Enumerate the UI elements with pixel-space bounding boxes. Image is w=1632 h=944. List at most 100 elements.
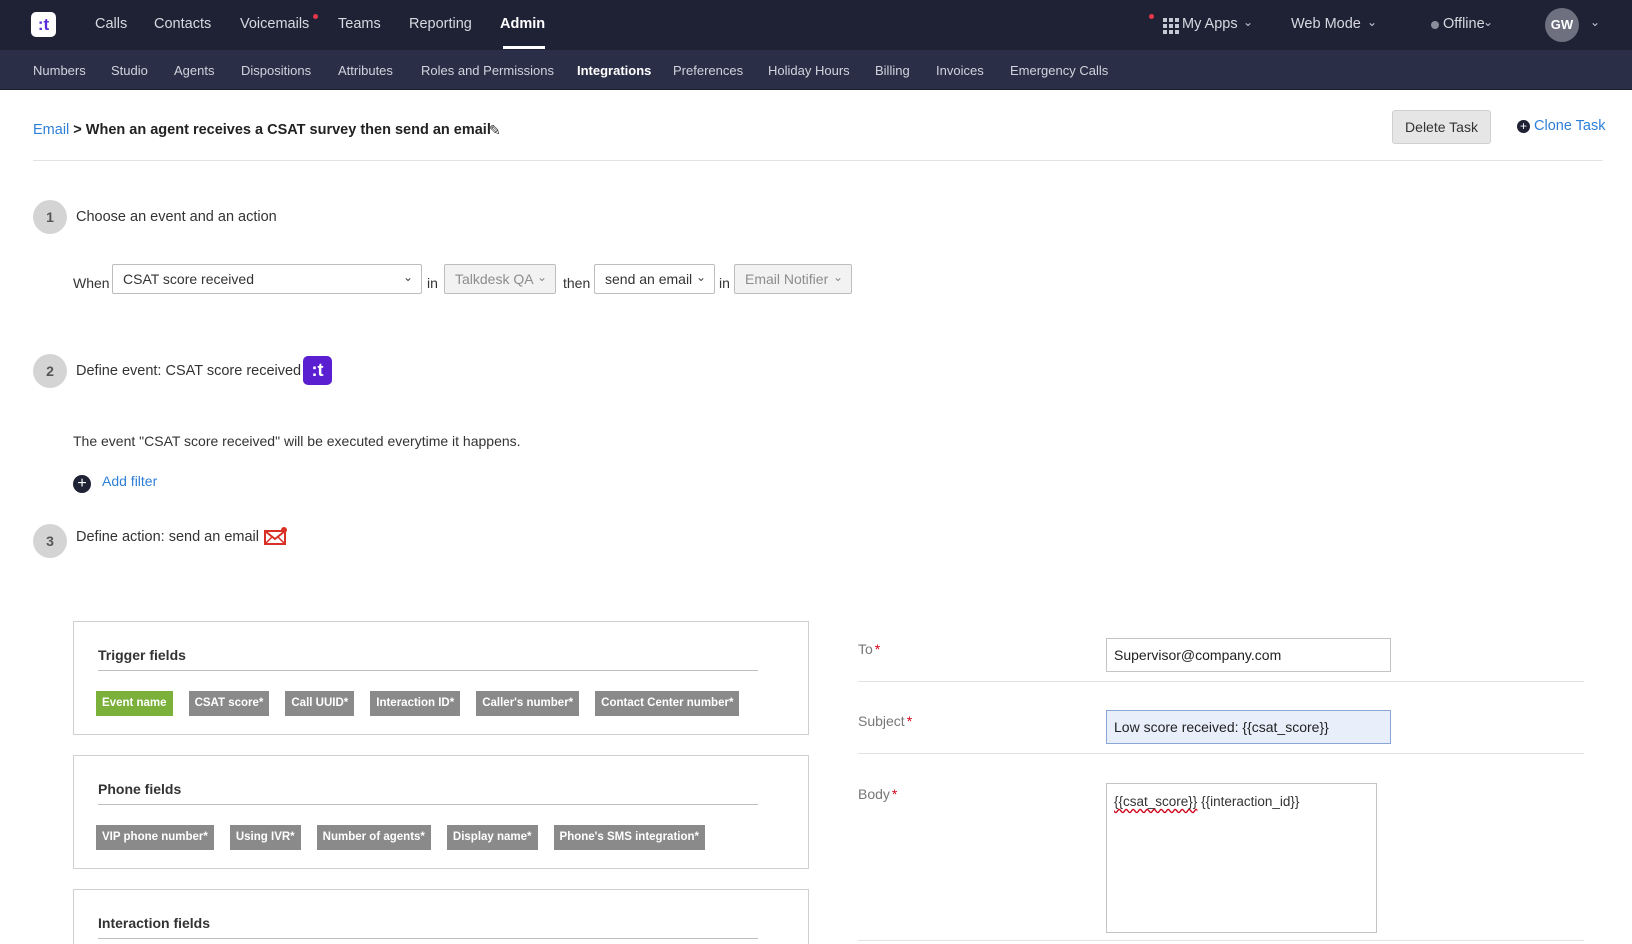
in-label: in: [427, 275, 438, 291]
subnav-holiday-hours[interactable]: Holiday Hours: [768, 63, 850, 78]
in-label-2: in: [719, 275, 730, 291]
plus-circle-icon: +: [73, 475, 91, 493]
body-field[interactable]: {{csat_score}} {{interaction_id}}: [1106, 783, 1377, 933]
body-label-text: Body: [858, 786, 890, 802]
status-menu[interactable]: Offline: [1443, 16, 1485, 32]
apps-grid-icon[interactable]: [1163, 18, 1179, 34]
to-field[interactable]: Supervisor@company.com: [1106, 638, 1391, 672]
subject-label: Subject *: [858, 713, 912, 729]
edit-pencil-icon[interactable]: ✎: [489, 122, 501, 139]
body-label: Body *: [858, 786, 897, 802]
field-chip-number-of-agents[interactable]: Number of agents*: [316, 825, 431, 850]
event-description: The event "CSAT score received" will be …: [73, 433, 521, 449]
required-mark: *: [874, 641, 881, 657]
delete-task-button[interactable]: Delete Task: [1392, 110, 1491, 144]
nav-voicemails[interactable]: Voicemails: [240, 16, 309, 32]
integration-select: Email Notifier ⌄: [734, 264, 852, 294]
nav-contacts[interactable]: Contacts: [154, 16, 211, 32]
chevron-down-icon: ⌄: [402, 270, 413, 284]
then-label: then: [563, 275, 591, 291]
field-chip-display-name[interactable]: Display name*: [446, 825, 538, 850]
chevron-down-icon[interactable]: ⌄: [1367, 15, 1377, 29]
field-chip-event-name[interactable]: Event name: [96, 691, 173, 716]
add-filter-button[interactable]: + Add filter: [73, 473, 157, 493]
chevron-down-icon[interactable]: ⌄: [1243, 15, 1253, 29]
interaction-fields-title: Interaction fields: [98, 915, 211, 931]
field-chip-csat-score[interactable]: CSAT score*: [188, 691, 270, 716]
subject-field[interactable]: Low score received: {{csat_score}}: [1106, 710, 1391, 744]
page-title: When an agent receives a CSAT survey the…: [85, 122, 491, 138]
subnav-billing[interactable]: Billing: [875, 63, 910, 78]
plus-circle-icon: +: [1517, 120, 1530, 133]
subnav-attributes[interactable]: Attributes: [338, 63, 393, 78]
apps-notification-dot: [1149, 14, 1154, 19]
subnav-studio[interactable]: Studio: [111, 63, 148, 78]
form-divider: [858, 681, 1584, 682]
body-interaction-token: {{interaction_id}}: [1197, 794, 1300, 809]
add-filter-label: Add filter: [102, 473, 158, 489]
subnav-emergency-calls[interactable]: Emergency Calls: [1010, 63, 1108, 78]
step-1-number: 1: [33, 200, 67, 234]
step-1-title: Choose an event and an action: [76, 209, 277, 225]
subnav-numbers[interactable]: Numbers: [33, 63, 86, 78]
form-divider: [858, 940, 1584, 941]
action-select[interactable]: send an email ⌄: [594, 264, 715, 294]
event-select[interactable]: CSAT score received ⌄: [112, 264, 422, 294]
mode-menu[interactable]: Web Mode: [1291, 16, 1361, 32]
app-select-value: Talkdesk QA: [455, 271, 534, 287]
field-chip-vip-phone-number[interactable]: VIP phone number*: [96, 825, 214, 850]
step-3-number: 3: [33, 524, 67, 558]
subnav-roles-permissions[interactable]: Roles and Permissions: [421, 63, 554, 78]
panel-divider: [98, 670, 758, 671]
subject-label-text: Subject: [858, 713, 905, 729]
top-navigation-bar: :t Calls Contacts Voicemails Teams Repor…: [0, 0, 1632, 50]
to-label-text: To: [858, 641, 873, 657]
step-3-title: Define action: send an email: [76, 529, 259, 545]
subnav-integrations[interactable]: Integrations: [577, 63, 651, 78]
subnav-preferences[interactable]: Preferences: [673, 63, 743, 78]
chevron-down-icon: ⌄: [536, 270, 547, 284]
email-envelope-icon: [264, 527, 287, 545]
app-select: Talkdesk QA ⌄: [444, 264, 556, 294]
nav-reporting[interactable]: Reporting: [409, 16, 472, 32]
phone-field-chips: VIP phone number* Using IVR* Number of a…: [96, 825, 706, 850]
field-chip-callers-number[interactable]: Caller's number*: [476, 691, 580, 716]
chevron-down-icon: ⌄: [695, 270, 706, 284]
my-apps-menu[interactable]: My Apps: [1182, 16, 1238, 32]
step-2-title: Define event: CSAT score received: [76, 363, 302, 379]
step-2-number: 2: [33, 354, 67, 388]
field-chip-using-ivr[interactable]: Using IVR*: [229, 825, 301, 850]
phone-fields-panel: Phone fields VIP phone number* Using IVR…: [73, 755, 809, 869]
clone-task-button[interactable]: + Clone Task: [1517, 118, 1605, 134]
field-chip-interaction-id[interactable]: Interaction ID*: [370, 691, 461, 716]
trigger-fields-title: Trigger fields: [98, 647, 186, 663]
talkdesk-logo[interactable]: :t: [31, 12, 56, 37]
header-divider: [33, 160, 1603, 161]
talkdesk-app-badge: :t: [303, 356, 332, 385]
breadcrumb-separator: >: [73, 122, 82, 138]
chevron-down-icon[interactable]: ⌄: [1483, 15, 1493, 29]
status-dot-icon: [1431, 21, 1439, 29]
subnav-invoices[interactable]: Invoices: [936, 63, 984, 78]
nav-admin[interactable]: Admin: [500, 16, 545, 32]
breadcrumb-email-link[interactable]: Email: [33, 122, 69, 138]
nav-teams[interactable]: Teams: [338, 16, 381, 32]
subnav-dispositions[interactable]: Dispositions: [241, 63, 311, 78]
chevron-down-icon[interactable]: ⌄: [1590, 15, 1600, 29]
required-mark: *: [891, 786, 898, 802]
event-select-value: CSAT score received: [123, 271, 254, 287]
body-csat-token: {{csat_score}}: [1114, 794, 1198, 809]
clone-task-label: Clone Task: [1534, 118, 1606, 134]
action-select-value: send an email: [605, 271, 693, 287]
nav-calls[interactable]: Calls: [95, 16, 127, 32]
field-chip-phones-sms-integration[interactable]: Phone's SMS integration*: [553, 825, 706, 850]
field-chip-call-uuid[interactable]: Call UUID*: [285, 691, 355, 716]
trigger-field-chips: Event name CSAT score* Call UUID* Intera…: [96, 691, 740, 716]
field-chip-contact-center-number[interactable]: Contact Center number*: [595, 691, 740, 716]
trigger-fields-panel: Trigger fields Event name CSAT score* Ca…: [73, 621, 809, 735]
active-tab-indicator: [503, 46, 545, 49]
avatar[interactable]: GW: [1545, 8, 1579, 42]
panel-divider: [98, 804, 758, 805]
integration-select-value: Email Notifier: [745, 271, 829, 287]
subnav-agents[interactable]: Agents: [174, 63, 214, 78]
